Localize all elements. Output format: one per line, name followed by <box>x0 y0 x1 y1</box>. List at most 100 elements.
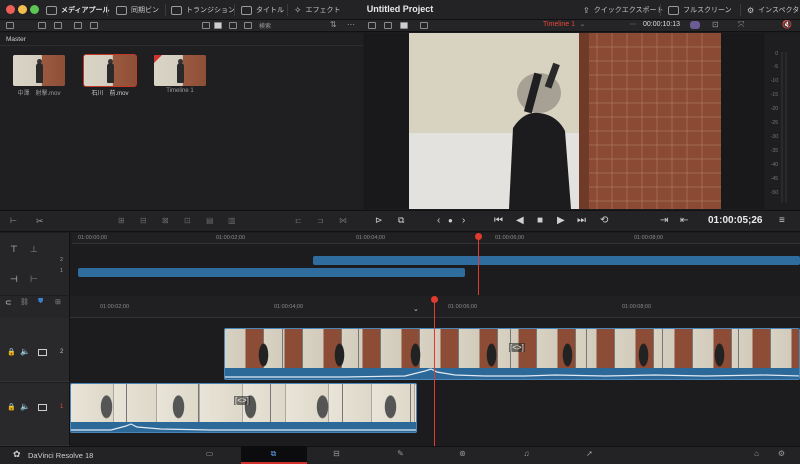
go-to-start-icon[interactable]: ⏮ <box>494 215 503 227</box>
lock-icon[interactable]: 🔒 <box>7 348 16 356</box>
timeline-thumbnail[interactable] <box>154 55 206 86</box>
safe-area-icon[interactable] <box>420 22 428 29</box>
blade-edit-icon[interactable]: ⊢ <box>10 216 17 225</box>
settings-gear-icon[interactable]: ⚙ <box>775 449 788 460</box>
transform-icon[interactable]: ⊡ <box>712 20 719 29</box>
clip-thumbnail-selected[interactable] <box>83 54 137 87</box>
quick-export-button[interactable]: ⇪ クイックエクスポート <box>583 3 664 17</box>
speaker-icon[interactable]: 🔈 <box>20 347 30 356</box>
list-view-icon[interactable] <box>202 22 210 29</box>
upper-playhead-handle[interactable] <box>475 233 482 240</box>
search-label[interactable]: 検索 <box>259 21 271 30</box>
sync-bin-button[interactable]: 同期ビン <box>116 3 159 17</box>
clip-marker[interactable]: [<>] <box>509 343 525 352</box>
nav-prev-icon[interactable]: ‹ <box>437 215 440 227</box>
thumbnail-view-icon[interactable] <box>214 22 222 29</box>
media-pool-button[interactable]: メディアプール <box>46 3 110 17</box>
mark-in-icon[interactable]: ⇥ <box>660 215 668 227</box>
lock-icon[interactable]: 🔒 <box>7 403 16 411</box>
scissors-icon[interactable]: ✂ <box>36 216 44 227</box>
media-page-icon[interactable]: ▭ <box>203 449 216 460</box>
timeline-name[interactable]: Timeline 1 <box>543 21 575 28</box>
go-to-end-icon[interactable]: ⏭ <box>577 215 586 227</box>
timeline-clip-track-2[interactable] <box>224 328 800 380</box>
position-lock-icon[interactable]: ⊞ <box>55 298 61 306</box>
deliver-page-icon[interactable]: ➚ <box>583 449 596 460</box>
stop-icon[interactable]: ■ <box>537 215 543 227</box>
smart-insert-icon[interactable]: ⊞ <box>118 216 125 225</box>
close-up-icon[interactable]: ⊡ <box>184 216 191 225</box>
more-options-icon[interactable]: ⋯ <box>347 20 355 29</box>
place-on-top-icon[interactable]: ▤ <box>206 216 214 225</box>
chevron-down-icon[interactable]: ⌄ <box>580 21 585 28</box>
magnet-icon[interactable]: ⊂ <box>5 298 12 307</box>
timeline-clip-track-1[interactable] <box>70 383 417 433</box>
bin-label[interactable]: Master <box>6 36 26 43</box>
upper-ruler[interactable] <box>72 233 800 244</box>
home-icon[interactable]: ⌂ <box>750 449 763 460</box>
loop-icon[interactable]: ⟲ <box>600 215 608 227</box>
sidebar-toggle-icon[interactable] <box>6 22 14 29</box>
separator <box>660 4 661 16</box>
upper-playhead-line[interactable] <box>478 236 479 295</box>
filter-icon[interactable] <box>244 22 252 29</box>
zoom-icon[interactable]: ⤧ <box>738 20 744 30</box>
separator <box>740 4 741 16</box>
titles-button[interactable]: タイトル <box>241 3 284 17</box>
fullscreen-button[interactable]: フルスクリーン <box>668 3 732 17</box>
shield-icon[interactable]: ⛊ <box>38 298 43 306</box>
link-icon[interactable] <box>74 22 82 29</box>
clip-marker[interactable]: [<>] <box>234 396 250 405</box>
nav-dot-icon[interactable]: ● <box>448 215 453 227</box>
metadata-view-icon[interactable] <box>229 22 237 29</box>
lower-playhead-handle[interactable] <box>431 296 438 303</box>
nav-next-icon[interactable]: › <box>462 215 465 227</box>
color-swatch-icon[interactable] <box>690 21 700 29</box>
mark-out-icon[interactable]: ⇤ <box>680 215 688 227</box>
play-icon[interactable]: ▶ <box>557 215 565 227</box>
viewer-mode-icon[interactable] <box>384 22 392 29</box>
viewer-frame[interactable] <box>409 33 721 209</box>
cut-page-icon[interactable]: ⧉ <box>267 449 280 460</box>
link-clips-icon[interactable]: ⛓ <box>20 298 29 306</box>
append-icon[interactable]: ⊟ <box>140 216 147 225</box>
ripple-overwrite-icon[interactable]: ⊠ <box>162 216 169 225</box>
menu-icon[interactable]: ≡ <box>779 215 785 227</box>
inspector-button[interactable]: ⚙ インスペクタ <box>747 3 799 17</box>
monitor-icon[interactable] <box>38 349 47 356</box>
lower-playhead-line[interactable] <box>434 300 435 446</box>
audio-mute-icon[interactable]: 🔇 <box>782 20 792 29</box>
effects-button[interactable]: ✧ エフェクト <box>294 3 341 17</box>
viewer-layout-icon[interactable] <box>368 22 376 29</box>
zoom-custom-icon[interactable]: ⊢ <box>30 274 38 285</box>
new-bin-icon[interactable] <box>54 22 62 29</box>
zoom-window-button[interactable] <box>30 5 39 14</box>
trim-start-icon[interactable]: ⊏ <box>295 216 302 225</box>
transitions-button[interactable]: トランジション <box>171 3 235 17</box>
source-viewer-icon[interactable] <box>400 22 408 29</box>
upper-clip-track-2[interactable] <box>313 256 800 265</box>
source-overwrite-icon[interactable]: ▥ <box>228 216 236 225</box>
trim-tool-icon[interactable]: ⧉ <box>398 215 404 226</box>
upper-clip-track-1[interactable] <box>78 268 465 277</box>
speaker-icon[interactable]: 🔈 <box>20 402 30 411</box>
import-icon[interactable] <box>38 22 46 29</box>
close-window-button[interactable] <box>6 5 15 14</box>
fairlight-page-icon[interactable]: ♫ <box>520 449 533 460</box>
color-page-icon[interactable]: ⊛ <box>456 449 469 460</box>
track-height-icon[interactable]: ⊤ <box>10 244 18 255</box>
sort-icon[interactable]: ⇅ <box>330 20 337 29</box>
track-lock-icon[interactable]: ⊥ <box>30 244 38 255</box>
monitor-icon[interactable] <box>38 404 47 411</box>
reverse-icon[interactable]: ◀ <box>516 215 524 227</box>
clip-thumbnail[interactable] <box>13 55 65 86</box>
trim-end-icon[interactable]: ⊐ <box>317 216 324 225</box>
play-around-icon[interactable]: ⊳ <box>375 215 383 226</box>
timecode-options-icon[interactable]: ⋯ <box>630 21 636 28</box>
split-icon[interactable] <box>90 22 98 29</box>
edit-page-icon[interactable]: ⊟ <box>330 449 343 460</box>
minimize-window-button[interactable] <box>18 5 27 14</box>
transition-insert-icon[interactable]: ⋈ <box>339 216 347 225</box>
zoom-fit-icon[interactable]: ⊣ <box>10 274 18 285</box>
fusion-page-icon[interactable]: ✎ <box>394 449 407 460</box>
